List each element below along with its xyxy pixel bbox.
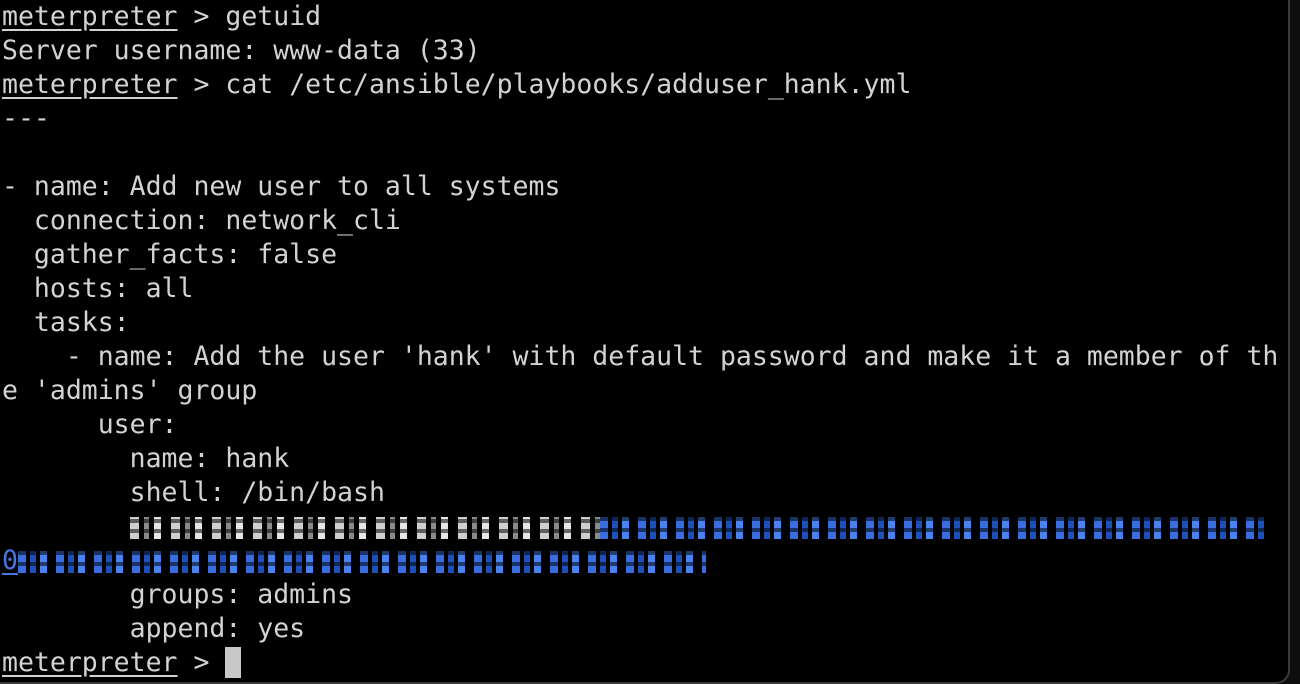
redacted-password-hash xyxy=(599,517,1264,539)
prompt-separator: > xyxy=(177,69,226,100)
terminal-line: tasks: xyxy=(2,307,130,338)
redacted-password-key xyxy=(129,517,600,539)
prompt-label: meterpreter xyxy=(2,69,178,100)
terminal-line: gather_facts: false xyxy=(2,239,338,270)
terminal-line-redacted: 0 xyxy=(2,544,1288,578)
wrapped-link-char[interactable]: 0 xyxy=(2,545,18,576)
terminal-line: hosts: all xyxy=(2,273,194,304)
terminal-line-active-prompt[interactable]: meterpreter > xyxy=(2,646,1288,680)
prompt-separator: > xyxy=(177,1,226,32)
terminal-line: e 'admins' group xyxy=(2,375,258,406)
prompt-label: meterpreter xyxy=(2,647,178,678)
text-cursor xyxy=(225,647,242,678)
prompt-separator: > xyxy=(177,647,226,678)
terminal-line-redacted xyxy=(2,510,1288,544)
terminal-line: - name: Add new user to all systems xyxy=(2,171,561,202)
redacted-password-hash-cont xyxy=(17,551,706,573)
terminal-line: --- xyxy=(2,103,50,134)
prompt-label: meterpreter xyxy=(2,1,178,32)
command-text: getuid xyxy=(225,1,322,32)
terminal-output[interactable]: meterpreter > getuid Server username: ww… xyxy=(2,0,1288,680)
terminal-line: Server username: www-data (33) xyxy=(2,35,481,66)
terminal-line: groups: admins xyxy=(2,579,353,610)
terminal-line: name: hank xyxy=(2,443,290,474)
terminal-line: user: xyxy=(2,409,178,440)
terminal-line: meterpreter > cat /etc/ansible/playbooks… xyxy=(2,68,1288,102)
terminal-line: - name: Add the user 'hank' with default… xyxy=(2,341,1279,372)
command-text: cat /etc/ansible/playbooks/adduser_hank.… xyxy=(225,69,912,100)
terminal-window: meterpreter > getuid Server username: ww… xyxy=(0,0,1290,684)
terminal-line: meterpreter > getuid xyxy=(2,0,1288,34)
terminal-line: append: yes xyxy=(2,613,306,644)
terminal-line: connection: network_cli xyxy=(2,205,401,236)
terminal-line: shell: /bin/bash xyxy=(2,477,385,508)
